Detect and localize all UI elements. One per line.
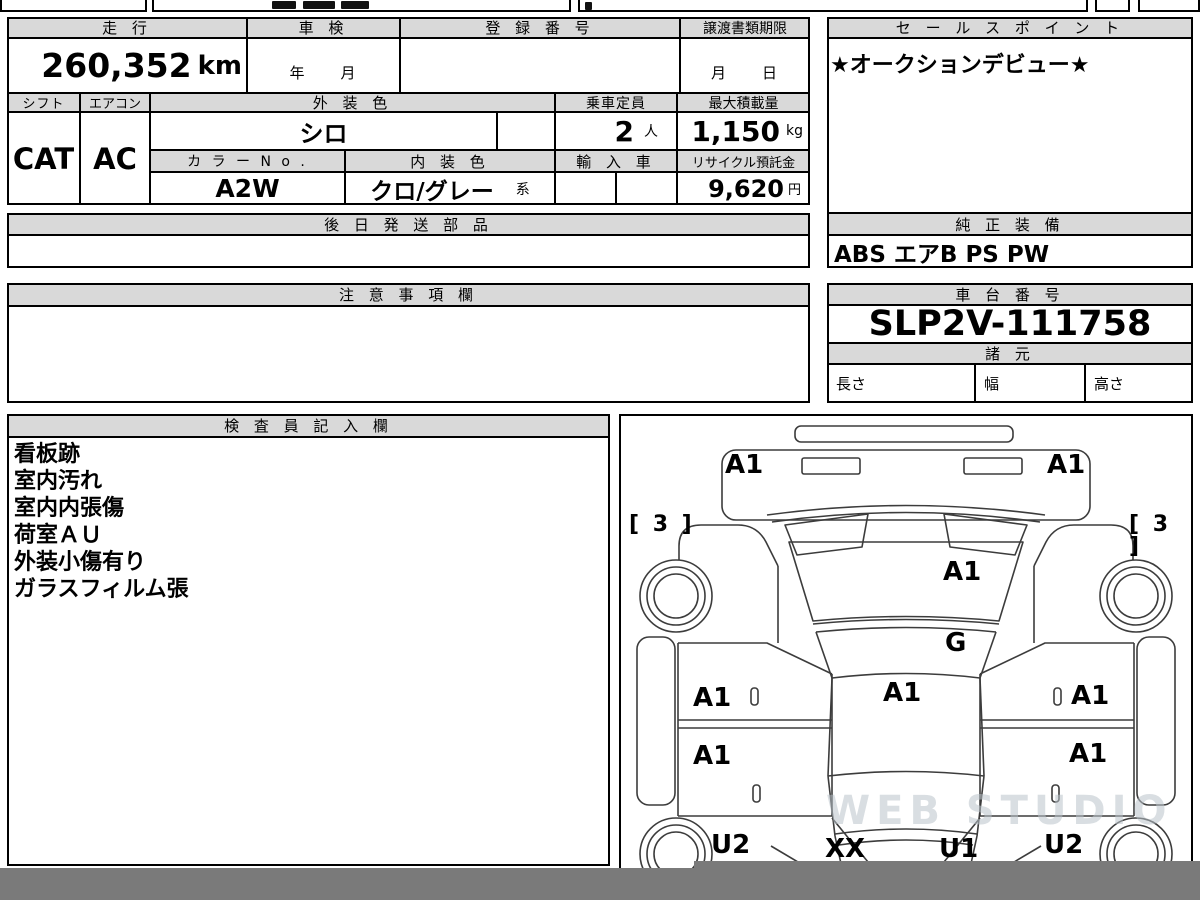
- cutoff-glyph: [585, 2, 592, 10]
- inspector-note: 室内内張傷: [14, 496, 125, 521]
- cutoff-cell: [578, 0, 1088, 12]
- shift-value: CAT: [7, 112, 80, 205]
- auction-sheet: 走 行 車 検 登 録 番 号 譲渡書類期限 260,352 km 年 月 月 …: [0, 0, 1200, 900]
- mileage-cell: 260,352 km: [7, 38, 247, 93]
- color-no-value: A2W: [150, 172, 345, 205]
- recycle-cell: 9,620 円: [677, 172, 810, 205]
- import-cell-1: [555, 172, 616, 205]
- mark-bumper-left: A1: [725, 450, 764, 480]
- length-cell: 長さ: [827, 364, 975, 403]
- mark-door-right-top: A1: [1071, 681, 1110, 711]
- sales-point-text: ★オークションデビュー★: [830, 53, 1090, 78]
- inspector-note: 看板跡: [14, 442, 81, 467]
- aircon-header: エアコン: [80, 93, 150, 112]
- inspector-note: 室内汚れ: [14, 469, 103, 494]
- import-cell-2: [616, 172, 677, 205]
- cutoff-cell: [1095, 0, 1130, 12]
- width-cell: 幅: [975, 364, 1085, 403]
- mark-door-left-top: A1: [693, 683, 732, 713]
- mileage-header: 走 行: [7, 17, 247, 38]
- capacity-value: 2: [614, 114, 634, 148]
- inspector-note: 荷室ＡＵ: [14, 523, 103, 548]
- sales-point-body: ★オークションデビュー★: [827, 38, 1193, 213]
- inspector-header: 検 査 員 記 入 欄: [7, 414, 610, 437]
- recycle-unit: 円: [787, 183, 801, 198]
- color-no-header: カ ラ ー N o .: [150, 150, 345, 172]
- mileage-unit: km: [197, 50, 242, 81]
- inspection-date-cell: 年 月: [247, 38, 400, 93]
- exterior-color-value: シロ: [150, 112, 497, 150]
- height-cell: 高さ: [1085, 364, 1193, 403]
- recycle-value: 9,620: [708, 174, 784, 203]
- equipment-header: 純 正 装 備: [827, 213, 1193, 235]
- mark-windshield: A1: [943, 557, 982, 587]
- specs-header: 諸 元: [827, 343, 1193, 364]
- caution-body: [7, 306, 810, 403]
- mark-rear-left: U2: [711, 830, 751, 860]
- mark-rear-right: U2: [1044, 830, 1084, 860]
- chassis-value: SLP2V-111758: [827, 304, 1193, 344]
- inspector-note: 外装小傷有り: [14, 550, 147, 575]
- import-header: 輸 入 車: [555, 150, 677, 172]
- max-load-unit: kg: [786, 123, 803, 139]
- later-parts-body: [7, 235, 810, 268]
- interior-color-suffix: 系: [515, 181, 530, 198]
- aircon-value: AC: [80, 112, 150, 205]
- mark-rear-gate: XX: [825, 834, 866, 864]
- damage-diagram: WEB STUDIO PRO [ 3 ] [ 3 ] A1 A1 A1 G A1…: [619, 414, 1193, 875]
- capacity-cell: 2 人: [555, 112, 677, 150]
- cutoff-glyph: [341, 1, 369, 9]
- interior-color-cell: クロ/グレー 系: [345, 172, 555, 205]
- equipment-value: ABS エアB PS PW: [827, 235, 1193, 268]
- chassis-header: 車 台 番 号: [827, 283, 1193, 305]
- max-load-cell: 1,150 kg: [677, 112, 810, 150]
- empty-cell: [497, 112, 555, 150]
- transfer-deadline-header: 譲渡書類期限: [680, 17, 810, 38]
- inspector-body: 看板跡 室内汚れ 室内内張傷 荷室ＡＵ 外装小傷有り ガラスフィルム張: [7, 437, 610, 866]
- tire-grade-left: [ 3 ]: [629, 512, 695, 537]
- max-load-value: 1,150: [691, 114, 780, 148]
- mileage-value: 260,352: [41, 46, 192, 85]
- caution-header: 注 意 事 項 欄: [7, 283, 810, 306]
- registration-cell: [400, 38, 680, 93]
- bottom-bar: [0, 868, 1200, 900]
- mark-rear-bumper: U1: [939, 834, 979, 864]
- cutoff-cell: [0, 0, 147, 12]
- mark-roof: A1: [883, 678, 922, 708]
- shift-header: シフト: [7, 93, 80, 112]
- cutoff-glyph: [303, 1, 335, 9]
- recycle-header: リサイクル預託金: [677, 150, 810, 172]
- mark-hood: G: [945, 628, 967, 658]
- interior-color-header: 内 装 色: [345, 150, 555, 172]
- inspection-header: 車 検: [247, 17, 400, 38]
- inspector-note: ガラスフィルム張: [14, 577, 189, 602]
- watermark: WEB STUDIO PRO: [826, 788, 1191, 834]
- mark-door-right-bottom: A1: [1069, 739, 1108, 769]
- mark-door-left-bottom: A1: [693, 741, 732, 771]
- interior-color-value: クロ/グレー: [370, 178, 494, 205]
- cutoff-cell: [1138, 0, 1200, 12]
- tire-grade-right: [ 3 ]: [1129, 512, 1172, 559]
- mark-bumper-right: A1: [1047, 450, 1086, 480]
- transfer-date-cell: 月 日: [680, 38, 810, 93]
- later-parts-header: 後 日 発 送 部 品: [7, 213, 810, 235]
- sales-point-header: セ ー ル ス ポ イ ン ト: [827, 17, 1193, 38]
- cutoff-glyph: [272, 1, 296, 9]
- exterior-color-header: 外 装 色: [150, 93, 555, 112]
- capacity-header: 乗車定員: [555, 93, 677, 112]
- max-load-header: 最大積載量: [677, 93, 810, 112]
- registration-header: 登 録 番 号: [400, 17, 680, 38]
- capacity-unit: 人: [644, 124, 658, 140]
